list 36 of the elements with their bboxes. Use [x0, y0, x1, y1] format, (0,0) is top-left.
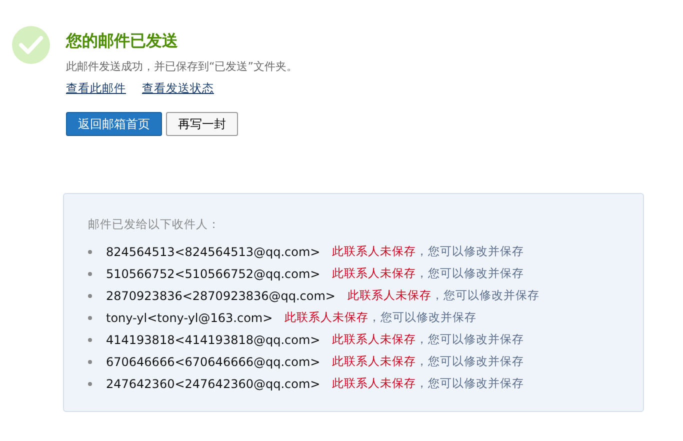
status-title: 您的邮件已发送 — [66, 30, 179, 52]
save-hint: ，您可以修改并保存 — [431, 287, 540, 304]
bullet-dot — [88, 272, 92, 276]
unsaved-warning: 此联系人未保存 — [347, 287, 432, 304]
save-hint: ，您可以修改并保存 — [416, 331, 524, 348]
save-hint: ，您可以修改并保存 — [416, 265, 524, 282]
compose-again-button[interactable]: 再写一封 — [166, 112, 238, 136]
bullet-dot — [88, 294, 92, 298]
recipient-address: 670646666<670646666@qq.com> — [106, 354, 320, 371]
recipient-address: tony-yl<tony-yl@163.com> — [106, 310, 273, 327]
link[interactable]: 查看发送状态 — [142, 80, 214, 97]
recipients-heading: 邮件已发给以下收件人： — [88, 216, 221, 233]
recipient-address: 2870923836<2870923836@qq.com> — [106, 288, 336, 305]
bullet-dot — [88, 250, 92, 254]
recipient-address: 824564513<824564513@qq.com> — [106, 244, 320, 261]
recipient-address: 414193818<414193818@qq.com> — [106, 332, 320, 349]
unsaved-warning: 此联系人未保存 — [332, 375, 416, 392]
unsaved-warning: 此联系人未保存 — [284, 309, 369, 326]
save-hint: ，您可以修改并保存 — [416, 353, 524, 370]
recipient-address: 510566752<510566752@qq.com> — [106, 266, 320, 283]
save-hint: ，您可以修改并保存 — [416, 243, 524, 260]
unsaved-warning: 此联系人未保存 — [332, 353, 416, 370]
save-hint: ，您可以修改并保存 — [416, 375, 524, 392]
bullet-dot — [88, 316, 92, 320]
bullet-dot — [88, 382, 92, 386]
status-message: 此邮件发送成功，并已保存到“已发送”文件夹。 — [66, 59, 298, 75]
unsaved-warning: 此联系人未保存 — [332, 243, 416, 260]
back-to-inbox-button[interactable]: 返回邮箱首页 — [66, 112, 162, 136]
recipient-address: 247642360<247642360@qq.com> — [106, 376, 320, 393]
unsaved-warning: 此联系人未保存 — [332, 265, 416, 282]
bullet-dot — [88, 360, 92, 364]
success-check-icon — [12, 26, 50, 64]
bullet-dot — [88, 338, 92, 342]
unsaved-warning: 此联系人未保存 — [332, 331, 416, 348]
link[interactable]: 查看此邮件 — [66, 80, 126, 97]
save-hint: ，您可以修改并保存 — [368, 309, 477, 326]
